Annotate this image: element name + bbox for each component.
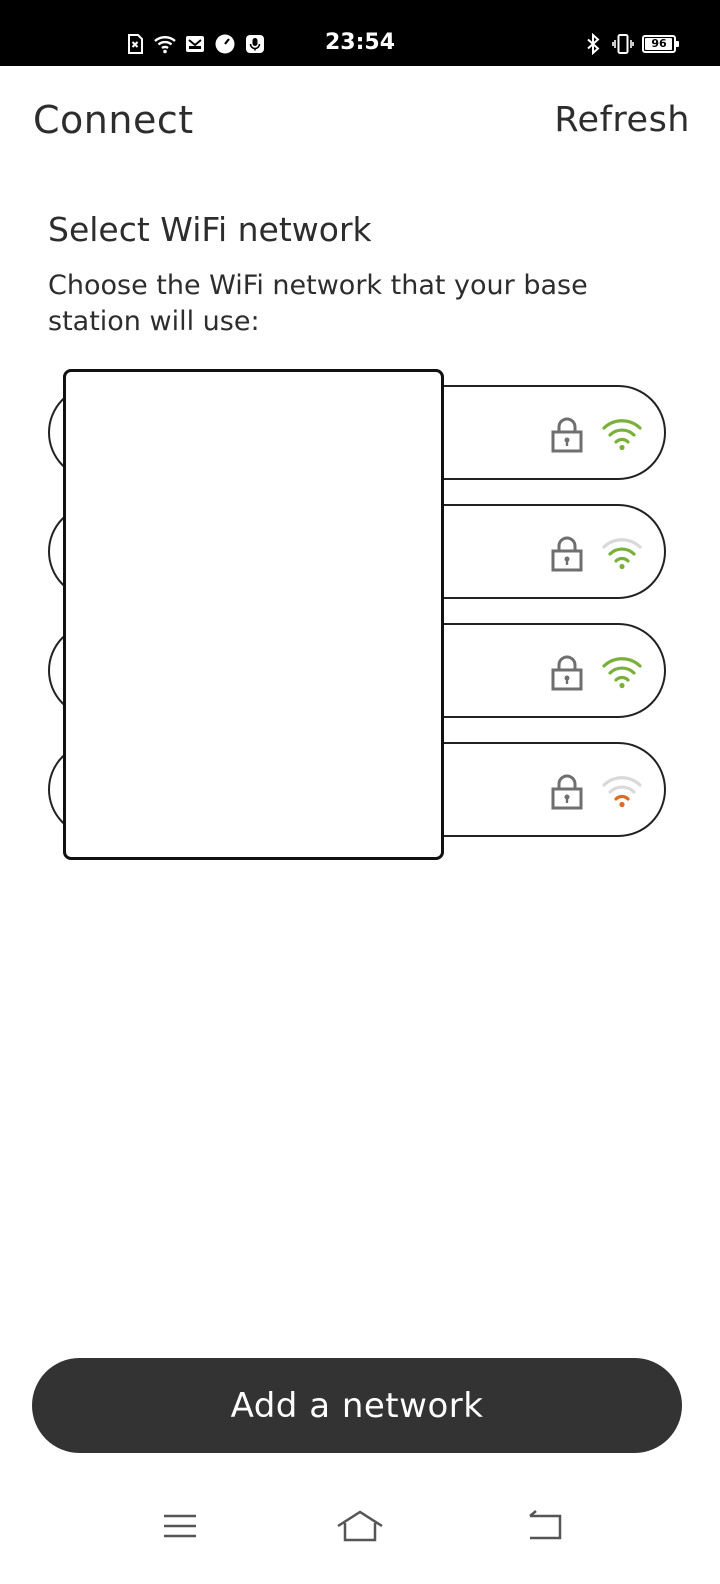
battery-icon: 96 (642, 35, 679, 53)
status-icons-right: 96 (582, 33, 679, 55)
wifi-signal-icon (602, 419, 642, 451)
bluetooth-icon (587, 33, 600, 55)
add-network-button[interactable]: Add a network (32, 1358, 682, 1453)
wifi-signal-icon (602, 538, 642, 570)
section-title: Select WiFi network (48, 210, 372, 249)
lock-icon (551, 655, 583, 691)
wifi-signal-icon (602, 657, 642, 689)
lock-icon (551, 536, 583, 572)
home-icon[interactable] (336, 1506, 384, 1546)
page-title: Connect (33, 98, 194, 142)
menu-icon[interactable] (156, 1506, 204, 1546)
vibrate-icon (612, 34, 634, 54)
lock-icon (551, 774, 583, 810)
section-description: Choose the WiFi network that your base s… (48, 270, 588, 337)
battery-level: 96 (651, 37, 667, 50)
wifi-signal-icon (602, 776, 642, 808)
navigation-bar (0, 1490, 720, 1584)
back-icon[interactable] (520, 1506, 568, 1546)
status-bar: 23:54 96 (0, 0, 720, 66)
redaction-panel (63, 369, 444, 860)
connect-screen: 23:54 96 Connect Refresh Select WiFi net… (0, 0, 720, 1584)
refresh-button[interactable]: Refresh (554, 100, 690, 140)
lock-icon (551, 417, 583, 453)
